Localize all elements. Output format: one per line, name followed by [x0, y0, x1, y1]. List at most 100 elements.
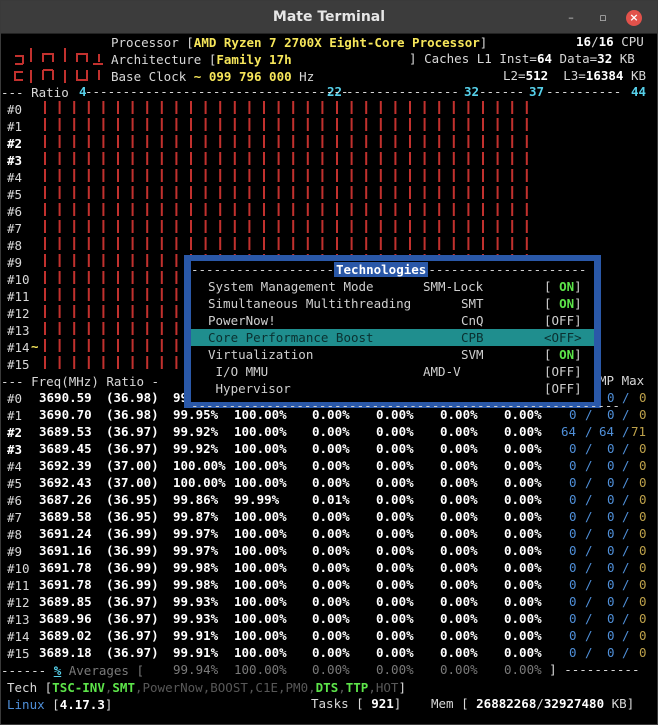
- ratio-bar-tick: [44, 271, 46, 284]
- ratio-bar-tick: [321, 118, 324, 131]
- ratio-bar-tick: [73, 203, 76, 216]
- ratio-bar-tick: [482, 101, 484, 114]
- title-bar: Mate Terminal – ▫ ×: [1, 1, 657, 34]
- ratio-bar-tick: [73, 288, 76, 301]
- ratio-bar-tick: [394, 237, 397, 250]
- ratio-bar-tick: [482, 186, 484, 199]
- freq-cell-c3: 0.00%: [312, 628, 350, 643]
- ratio-bar-tick: [321, 169, 324, 182]
- technology-item[interactable]: Virtualization SVM [ ON]: [191, 346, 594, 363]
- ratio-bar-tick: [525, 118, 528, 131]
- ratio-bar-tick: [511, 169, 514, 182]
- freq-cell-c7: 0.00%: [440, 424, 478, 439]
- ratio-bar-tick: [44, 169, 46, 182]
- ratio-bar-tick: [204, 101, 207, 114]
- ratio-bar-tick: [175, 288, 178, 301]
- ratio-bar-tick: [379, 237, 382, 250]
- freq-cell-c0: 99.98%: [173, 560, 219, 575]
- ratio-bar-tick: [73, 186, 76, 199]
- ratio-bar-tick: [452, 135, 455, 148]
- freq-cell-ratio: (36.97): [106, 645, 159, 660]
- ratio-bar-tick: [219, 135, 222, 148]
- freq-cell-c1: 100.00%: [234, 645, 287, 660]
- technology-item[interactable]: Simultaneous Multithreading SMT [ ON]: [191, 295, 594, 312]
- ratio-bar-tick: [146, 203, 149, 216]
- temp-separator: /: [622, 577, 630, 592]
- technology-item[interactable]: I/O MMU AMD-V [OFF]: [191, 363, 594, 380]
- processor-model: AMD Ryzen 7 2700X Eight-Core Processor: [193, 35, 480, 50]
- ratio-bar-tick: [117, 356, 119, 369]
- ratio-bar-tick: [160, 322, 163, 335]
- technology-item[interactable]: Hypervisor [OFF]: [191, 380, 594, 397]
- ratio-bar-tick: [379, 152, 382, 165]
- freq-cell-freq: 3689.45: [39, 441, 92, 456]
- terminal-area[interactable]: Processor [AMD Ryzen 7 2700X Eight-Core …: [1, 34, 657, 724]
- ratio-bar-tick: [525, 220, 528, 233]
- freq-cell-freq: 3691.24: [39, 526, 92, 541]
- temp-min: 0: [569, 594, 577, 609]
- ratio-bar-tick: [73, 101, 76, 114]
- freq-cell-c3: 0.00%: [312, 645, 350, 660]
- ratio-bar-tick: [175, 322, 178, 335]
- technology-code: AMD-V: [423, 364, 461, 379]
- technology-item[interactable]: PowerNow! CnQ [OFF]: [191, 312, 594, 329]
- tech-flag: DTS: [315, 680, 339, 695]
- tech-flag: TTP: [345, 680, 369, 695]
- ratio-bar-tick: [438, 186, 441, 199]
- ratio-bar-tick: [452, 152, 455, 165]
- ratio-bar-tick: [219, 203, 222, 216]
- ratio-bar-tick: [58, 237, 61, 250]
- technology-item[interactable]: System Management Mode SMM-Lock [ ON]: [191, 278, 594, 295]
- l2-l3-caches: L2=512 L3=16384 KB: [503, 68, 647, 83]
- ratio-bar-tick: [511, 152, 514, 165]
- freq-cell-c1: 100.00%: [234, 526, 287, 541]
- temp-max: 0: [639, 577, 647, 592]
- core-label: #3: [7, 153, 23, 168]
- temp-separator: /: [622, 526, 630, 541]
- minimize-button[interactable]: –: [563, 10, 579, 26]
- ratio-bar-tick: [131, 288, 134, 301]
- temp-separator: /: [622, 390, 630, 405]
- ratio-bar-tick: [58, 339, 61, 352]
- freq-cell-c0: 99.93%: [173, 594, 219, 609]
- ratio-bar-tick: [87, 356, 90, 369]
- temp-separator: /: [585, 458, 593, 473]
- freq-cell-c1: 100.00%: [234, 424, 287, 439]
- ratio-bar-tick: [394, 186, 397, 199]
- ratio-bar-tick: [117, 305, 119, 318]
- ratio-bar-tick: [292, 186, 295, 199]
- ratio-bar-tick: [190, 135, 192, 148]
- technologies-dialog[interactable]: ------------------- Technologies ---------…: [184, 255, 620, 413]
- freq-core-id: #3: [7, 442, 23, 457]
- ratio-bar-tick: [44, 186, 46, 199]
- temp-separator: /: [622, 475, 630, 490]
- ratio-bar-tick: [204, 220, 207, 233]
- freq-cell-freq: 3691.16: [39, 543, 92, 558]
- freq-cell-c7: 0.00%: [440, 594, 478, 609]
- ratio-bar-tick: [292, 237, 295, 250]
- ratio-bar-tick: [131, 220, 134, 233]
- ratio-bar-tick: [482, 135, 484, 148]
- technology-item[interactable]: Core Performance Boost CPB <OFF>: [191, 329, 594, 346]
- ratio-bar-tick: [146, 322, 149, 335]
- ratio-bar-tick: [160, 254, 163, 267]
- ratio-bar-tick: [87, 101, 90, 114]
- ratio-bar-tick: [248, 203, 251, 216]
- ratio-bar-tick: [204, 118, 207, 131]
- maximize-button[interactable]: ▫: [595, 10, 611, 26]
- ratio-bar-tick: [350, 203, 353, 216]
- state-on: ON: [559, 279, 575, 294]
- ratio-bar-tick: [394, 203, 397, 216]
- freq-cell-c0: 99.87%: [173, 509, 219, 524]
- ratio-bar-tick: [190, 186, 192, 199]
- ratio-bar-tick: [394, 220, 397, 233]
- ratio-bar-tick: [525, 152, 528, 165]
- ratio-mark: 37: [529, 84, 545, 99]
- freq-cell-ratio: (36.99): [106, 526, 159, 541]
- ratio-bar-tick: [306, 152, 309, 165]
- ratio-bar-tick: [219, 118, 222, 131]
- averages-row: ------ % Averages [: [1, 663, 145, 678]
- ratio-bar-tick: [365, 135, 368, 148]
- close-button[interactable]: ×: [626, 10, 642, 26]
- freq-core-id: #15: [7, 646, 30, 661]
